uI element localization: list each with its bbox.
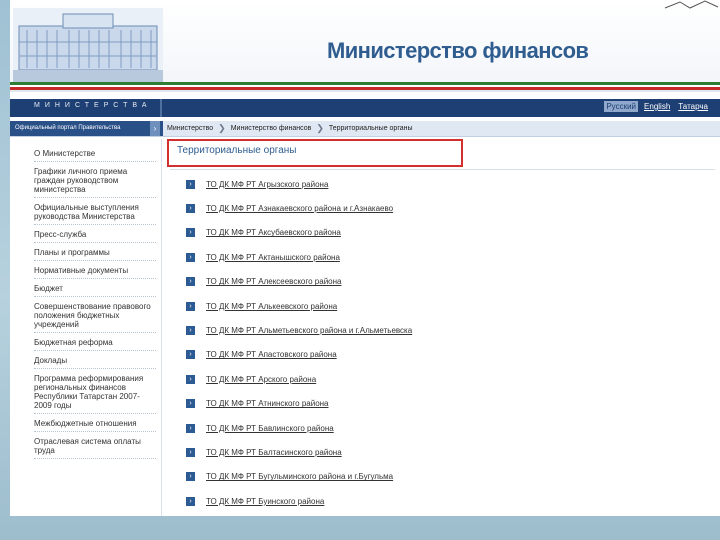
- territorial-body-link[interactable]: ТО ДК МФ РТ Арского района: [206, 375, 316, 384]
- arrow-right-icon: ›: [186, 204, 195, 214]
- territorial-body-link[interactable]: ТО ДК МФ РТ Актанышского района: [206, 253, 340, 262]
- list-item: › ТО ДК МФ РТ Аксубаевского района: [186, 221, 706, 245]
- territorial-body-link[interactable]: ТО ДК МФ РТ Балтасинского района: [206, 448, 342, 457]
- territorial-body-link[interactable]: ТО ДК МФ РТ Аксубаевского района: [206, 228, 341, 237]
- territorial-body-link[interactable]: ТО ДК МФ РТ Алексеевского района: [206, 277, 341, 286]
- arrow-right-icon: ›: [186, 472, 195, 482]
- list-item: › ТО ДК МФ РТ Арского района: [186, 367, 706, 391]
- arrow-right-icon: ›: [186, 350, 195, 360]
- list-item: › ТО ДК МФ РТ Балтасинского района: [186, 440, 706, 464]
- navbar-title: МИНИСТЕРСТВА: [34, 102, 152, 109]
- browser-page: Министерство финансов МИНИСТЕРСТВА Русск…: [10, 0, 720, 516]
- territorial-body-link[interactable]: ТО ДК МФ РТ Апастовского района: [206, 350, 337, 359]
- arrow-right-icon: ›: [186, 447, 195, 457]
- territorial-body-link[interactable]: ТО ДК МФ РТ Атнинского района: [206, 399, 329, 408]
- national-colors-stripe: [10, 82, 720, 92]
- list-item: › ТО ДК МФ РТ Буинского района: [186, 489, 706, 513]
- sidebar-item[interactable]: Нормативные документы: [34, 263, 156, 279]
- site-header: Министерство финансов: [10, 0, 720, 82]
- language-switcher: Русский English Татарча: [604, 101, 710, 112]
- territorial-body-link[interactable]: ТО ДК МФ РТ Агрызского района: [206, 180, 328, 189]
- list-item: › ТО ДК МФ РТ Актанышского района: [186, 245, 706, 269]
- list-item: › ТО ДК МФ РТ Атнинского района: [186, 392, 706, 416]
- lang-russian-link[interactable]: Русский: [604, 101, 639, 112]
- navbar-divider: [160, 99, 162, 117]
- breadcrumb-bar: Официальный портал Правительства › Минис…: [10, 121, 720, 137]
- sidebar-item[interactable]: Бюджет: [34, 281, 156, 297]
- list-item: › ТО ДК МФ РТ Алькеевского района: [186, 294, 706, 318]
- arrow-right-icon: ›: [186, 252, 195, 262]
- arrow-right-icon: ›: [186, 496, 195, 506]
- territorial-bodies-list: › ТО ДК МФ РТ Агрызского района › ТО ДК МФ…: [186, 172, 706, 513]
- arrow-right-icon: ›: [186, 423, 195, 433]
- sidebar-item[interactable]: О Министерстве: [34, 146, 156, 162]
- list-item: › ТО ДК МФ РТ Альметьевского района и г.А…: [186, 318, 706, 342]
- content-divider: [170, 169, 715, 170]
- arrow-right-icon: ›: [186, 301, 195, 311]
- breadcrumb: Министерство ❯ Министерство финансов ❯ Т…: [167, 121, 413, 136]
- sidebar-item[interactable]: Пресс-служба: [34, 227, 156, 243]
- sidebar-menu: О Министерстве Графики личного приема гр…: [34, 146, 156, 516]
- arrow-right-icon: ›: [186, 179, 195, 189]
- sidebar-divider: [161, 139, 162, 516]
- territorial-body-link[interactable]: ТО ДК МФ РТ Буинского района: [206, 497, 324, 506]
- arrow-right-icon: ›: [186, 399, 195, 409]
- chevron-right-icon: ›: [150, 121, 160, 136]
- sidebar-item[interactable]: Официальные выступления руководства Мини…: [34, 200, 156, 225]
- sidebar-item[interactable]: Графики личного приема граждан руководст…: [34, 164, 156, 198]
- breadcrumb-item-current: Территориальные органы: [328, 125, 413, 132]
- sidebar-item[interactable]: Отраслевая система оплаты труда: [34, 434, 156, 459]
- list-item: › ТО ДК МФ РТ Азнакаевского района и г.Аз…: [186, 196, 706, 220]
- breadcrumb-item[interactable]: Министерство финансов: [231, 121, 312, 136]
- list-item: › ТО ДК МФ РТ Бавлинского района: [186, 416, 706, 440]
- lang-english-link[interactable]: English: [642, 101, 672, 112]
- list-item: › ТО ДК МФ РТ Бугульминского района и г.Б…: [186, 465, 706, 489]
- ministry-logo-title: Министерство финансов: [327, 38, 589, 63]
- arrow-right-icon: ›: [186, 228, 195, 238]
- sidebar-item[interactable]: Межбюджетные отношения: [34, 416, 156, 432]
- breadcrumb-arrow-icon: ❯: [218, 123, 226, 133]
- sidebar-item[interactable]: Программа реформирования региональных фи…: [34, 371, 156, 414]
- arrow-right-icon: ›: [186, 374, 195, 384]
- arrow-right-icon: ›: [186, 326, 195, 336]
- portal-link[interactable]: Официальный портал Правительства: [10, 121, 163, 136]
- list-item: › ТО ДК МФ РТ Агрызского района: [186, 172, 706, 196]
- breadcrumb-arrow-icon: ❯: [316, 123, 324, 133]
- top-navigation-bar: МИНИСТЕРСТВА Русский English Татарча: [10, 99, 720, 117]
- territorial-body-link[interactable]: ТО ДК МФ РТ Азнакаевского района и г.Азн…: [206, 204, 393, 213]
- sidebar-item[interactable]: Доклады: [34, 353, 156, 369]
- territorial-body-link[interactable]: ТО ДК МФ РТ Бавлинского района: [206, 424, 334, 433]
- territorial-body-link[interactable]: ТО ДК МФ РТ Альметьевского района и г.Ал…: [206, 326, 412, 335]
- breadcrumb-item[interactable]: Министерство: [167, 121, 213, 136]
- sidebar-item[interactable]: Совершенствование правового положения бю…: [34, 299, 156, 333]
- section-title: Территориальные органы: [177, 145, 297, 156]
- list-item: › ТО ДК МФ РТ Апастовского района: [186, 343, 706, 367]
- arrow-right-icon: ›: [186, 277, 195, 287]
- territorial-body-link[interactable]: ТО ДК МФ РТ Бугульминского района и г.Бу…: [206, 472, 393, 481]
- sidebar-item[interactable]: Планы и программы: [34, 245, 156, 261]
- corner-decoration-icon: [664, 0, 719, 9]
- sidebar-item[interactable]: Бюджетная реформа: [34, 335, 156, 351]
- territorial-body-link[interactable]: ТО ДК МФ РТ Алькеевского района: [206, 302, 337, 311]
- ministry-building-image: [13, 8, 163, 82]
- lang-tatar-link[interactable]: Татарча: [676, 101, 710, 112]
- list-item: › ТО ДК МФ РТ Алексеевского района: [186, 270, 706, 294]
